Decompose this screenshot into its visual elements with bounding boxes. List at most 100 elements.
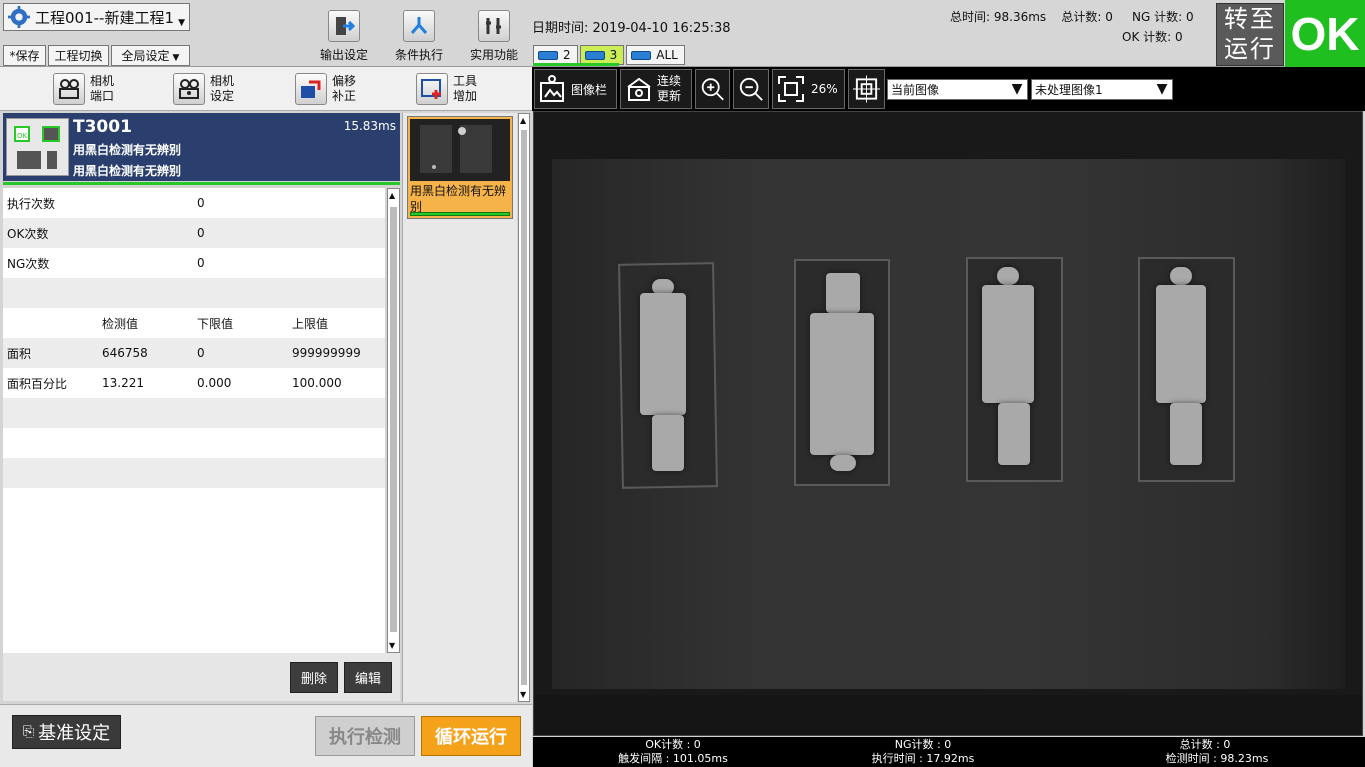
camera-tab-label: ALL (656, 48, 678, 62)
thumbnail-image (410, 119, 510, 181)
datetime-readout: 日期时间: 2019-04-10 16:25:38 (532, 21, 731, 36)
detect-time-readout: 检测时间 : 98.23ms (1165, 752, 1269, 765)
project-selector[interactable]: 工程001--新建工程1 ▼ (3, 3, 190, 31)
camera-tab-all[interactable]: ALL (626, 45, 685, 65)
scroll-down-icon[interactable]: ▼ (520, 690, 526, 699)
camera-tab-2[interactable]: 2 (533, 45, 578, 65)
edit-button[interactable]: 编辑 (344, 662, 392, 693)
switch-project-button[interactable]: 工程切换 (48, 45, 109, 66)
table-row: NG次数 0 (3, 248, 385, 278)
part-body (1156, 285, 1206, 403)
project-title: 工程001--新建工程1 (35, 8, 174, 27)
add-tool-button[interactable]: 工具 增加 (416, 72, 477, 106)
stat-label: NG次数 (7, 256, 50, 271)
part-body (982, 285, 1034, 403)
image-viewport[interactable] (533, 111, 1363, 736)
zoom-out-icon (739, 77, 763, 101)
tool-thumbnail-card[interactable]: 用黑白检测有无辨别 (407, 116, 513, 219)
utilities-button[interactable]: 实用功能 (459, 10, 529, 62)
scroll-down-icon[interactable]: ▼ (389, 641, 395, 650)
chevron-down-icon: ▼ (178, 18, 185, 28)
table-row: 面积百分比 13.221 0.000 100.000 (3, 368, 385, 398)
stat-label: 执行次数 (7, 196, 56, 211)
scroll-up-icon[interactable]: ▲ (389, 191, 395, 200)
current-image-value: 当前图像 (891, 83, 940, 97)
table-row: 面积 646758 0 999999999 (3, 338, 385, 368)
save-button[interactable]: *保存 (3, 45, 46, 66)
switch-to-run-button[interactable]: 转至运行 (1216, 3, 1284, 66)
continuous-label-2: 更新 (657, 89, 682, 103)
status-strip: OK计数 : 0 触发间隔 : 101.05ms NG计数 : 0 执行时间 :… (533, 737, 1365, 767)
stat-value: 0 (197, 226, 205, 240)
table-row (3, 458, 385, 488)
part-cap (1170, 267, 1192, 285)
region-icon (853, 75, 880, 103)
camera-port-button[interactable]: 相机 端口 (53, 72, 114, 106)
trigger-interval-readout: 触发间隔 : 101.05ms (618, 752, 728, 765)
exec-time-readout: 执行时间 : 17.92ms (871, 752, 975, 765)
camera-settings-button[interactable]: 相机 设定 (173, 72, 234, 106)
zoom-in-button[interactable] (695, 69, 730, 109)
current-image-select[interactable]: 当前图像 ▼ (887, 79, 1028, 100)
column-header: 上限值 (292, 316, 329, 331)
measure-lower: 0 (197, 346, 205, 360)
part-foot (830, 455, 856, 471)
table-row (3, 278, 385, 308)
ok-count-readout: OK计数 : 0 (645, 738, 701, 751)
camera-tab-3[interactable]: 3 (579, 45, 625, 65)
camera-icon (584, 50, 605, 60)
scroll-thumb[interactable] (390, 207, 397, 632)
settings-doc-icon: ⎘ (22, 724, 35, 740)
global-settings-button[interactable]: 全局设定 ▼ (111, 45, 190, 66)
fit-view-button[interactable]: 26% (772, 69, 845, 109)
top-bar: 工程001--新建工程1 ▼ *保存 工程切换 全局设定 ▼ 输出设定 条件执行… (0, 0, 1365, 67)
image-bar-button[interactable]: 图像栏 (534, 69, 617, 109)
image-bar-icon (540, 75, 564, 102)
edit-area (3, 653, 400, 701)
add-tool-icon (416, 73, 448, 105)
camera-settings-label-1: 相机 (210, 74, 235, 88)
part-body (640, 293, 686, 415)
scroll-thumb[interactable] (521, 130, 527, 685)
thumbnail-label: 用黑白检测有无辨别 (410, 184, 507, 214)
output-settings-button[interactable]: 输出设定 (309, 10, 379, 62)
offset-icon (295, 73, 327, 105)
camera-tab-indicator (533, 63, 619, 66)
table-row (3, 428, 385, 458)
unprocessed-image-select[interactable]: 未处理图像1 ▼ (1031, 79, 1173, 100)
tool-header[interactable]: OK T3001 15.83ms 用黑白检测有无辨别 用黑白检测有无辨别 (3, 113, 400, 181)
delete-button[interactable]: 删除 (290, 662, 338, 693)
offset-correction-button[interactable]: 偏移 补正 (295, 72, 356, 106)
fit-screen-icon (778, 76, 804, 102)
camera-refresh-icon (627, 77, 651, 101)
measure-value: 13.221 (102, 376, 144, 390)
total-count-readout: 总计数 : 0 (1179, 738, 1231, 751)
add-tool-label-1: 工具 (453, 74, 478, 88)
stat-value: 0 (197, 196, 205, 210)
table-header-row: 检测值 下限值 上限值 (3, 308, 385, 338)
measure-upper: 100.000 (292, 376, 342, 390)
table-scrollbar[interactable]: ▲ ▼ (387, 188, 400, 653)
zoom-out-button[interactable] (733, 69, 769, 109)
utilities-label: 实用功能 (469, 48, 518, 62)
loop-run-button[interactable]: 循环运行 (421, 716, 521, 756)
offset-label-2: 补正 (332, 89, 357, 103)
table-row: OK次数 0 (3, 218, 385, 248)
camera-tab-label: 2 (563, 48, 571, 62)
global-settings-label: 全局设定 (121, 49, 170, 63)
thumbnail-scrollbar[interactable]: ▲ ▼ (518, 113, 530, 702)
scroll-up-icon[interactable]: ▲ (520, 116, 526, 125)
camera-port-label-2: 端口 (90, 89, 115, 103)
camera-settings-label-2: 设定 (210, 89, 235, 103)
execute-detection-button[interactable]: 执行检测 (315, 716, 415, 756)
camera-tabs: 2 3 ALL (533, 45, 685, 65)
output-settings-label: 输出设定 (319, 48, 368, 62)
continuous-update-button[interactable]: 连续 更新 (620, 69, 692, 109)
camera-icon (631, 50, 652, 60)
tool-type-icon: OK (6, 118, 69, 176)
tool-status-bar (3, 182, 400, 185)
region-select-button[interactable] (848, 69, 885, 109)
image-toolbar: 图像栏 连续 更新 26% 当前图像 ▼ 未处理图像1 ▼ (532, 67, 1365, 111)
base-settings-button[interactable]: ⎘ 基准设定 (12, 715, 121, 749)
condition-exec-button[interactable]: 条件执行 (384, 10, 454, 62)
